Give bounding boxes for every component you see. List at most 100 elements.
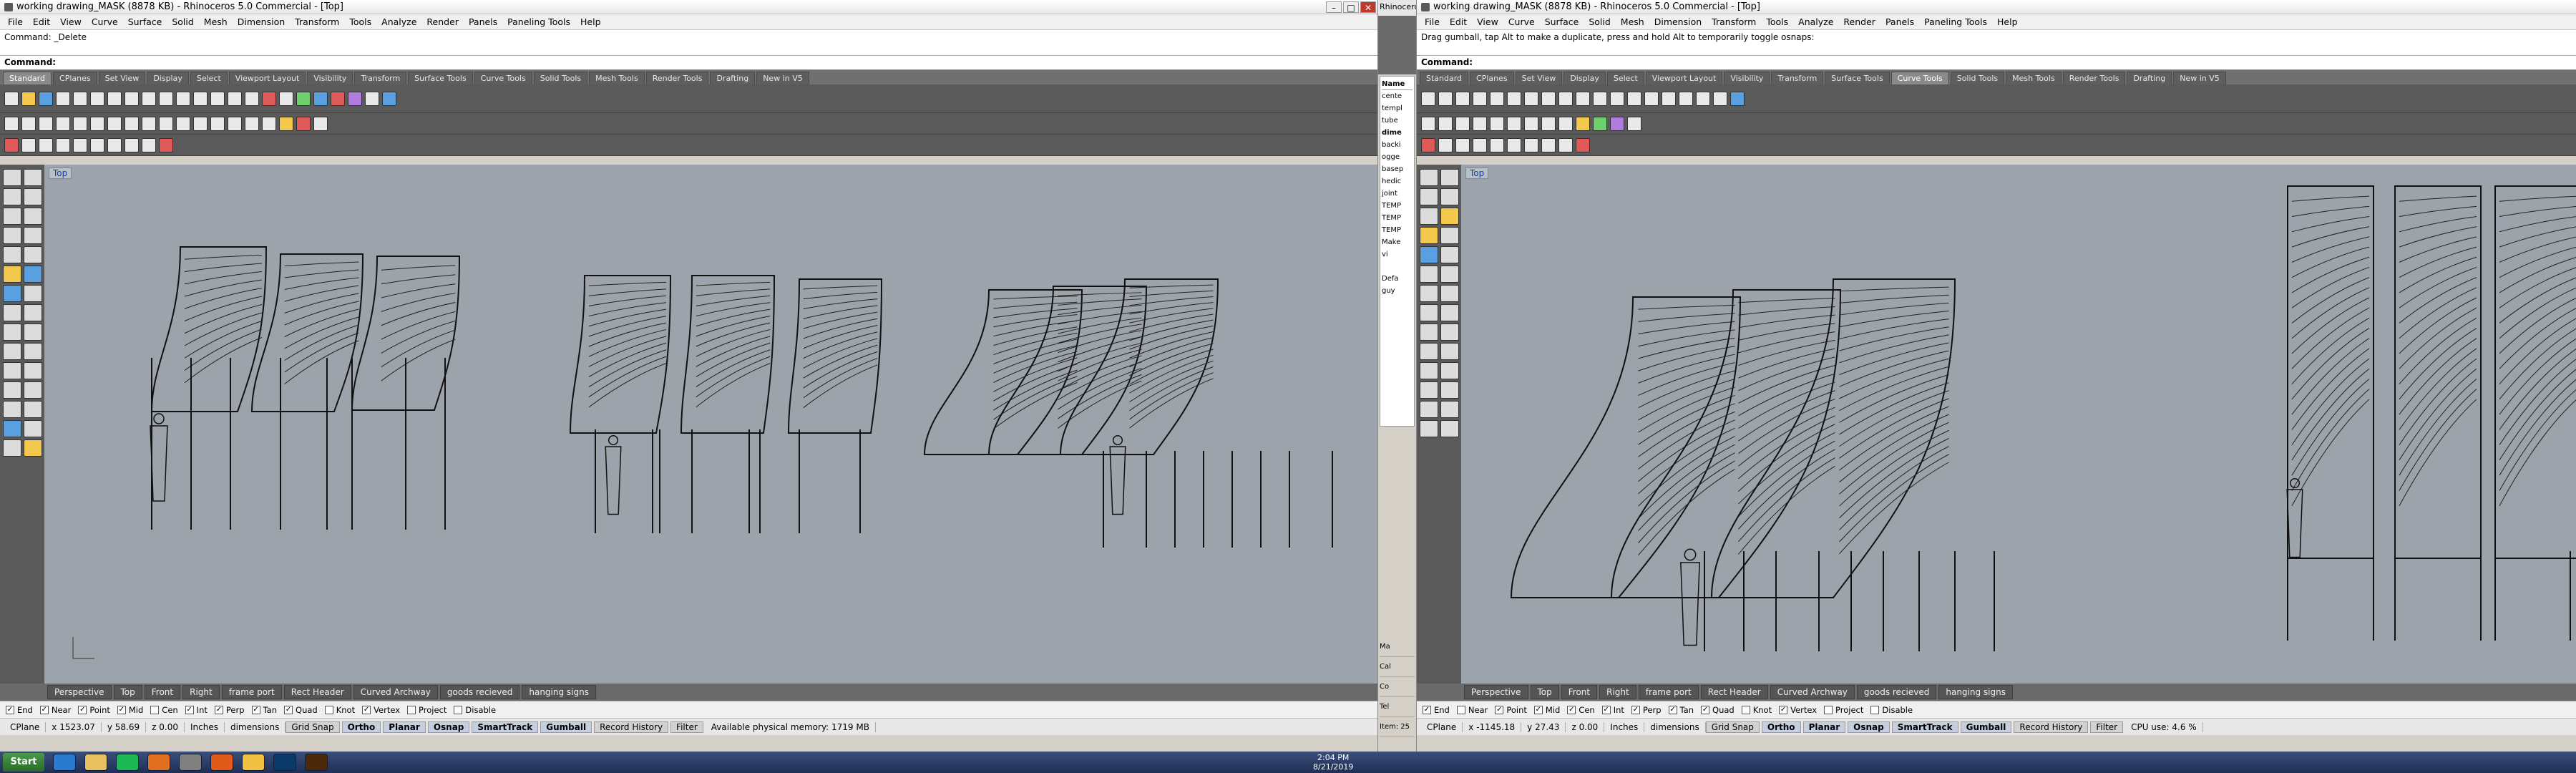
- minimize-icon[interactable]: –: [1326, 1, 1342, 13]
- list-item[interactable]: tube: [1382, 115, 1413, 127]
- save-icon[interactable]: [39, 91, 53, 106]
- solid-tool-icon[interactable]: [24, 266, 42, 283]
- top-viewport[interactable]: Top: [44, 165, 1377, 684]
- block-tool-icon[interactable]: [1420, 420, 1438, 437]
- menu-solid[interactable]: Solid: [167, 16, 198, 27]
- snap-quad-icon[interactable]: [1558, 137, 1573, 152]
- snap-mid-icon[interactable]: [56, 137, 70, 152]
- mirror-tool-icon[interactable]: [1420, 362, 1438, 379]
- pane-smarttrack[interactable]: SmartTrack: [1891, 721, 1958, 733]
- text-tool-icon[interactable]: [24, 420, 42, 437]
- analyze-tool-icon[interactable]: [1440, 420, 1459, 437]
- menu-paneling-tools[interactable]: Paneling Tools: [1919, 16, 1992, 27]
- render-icon[interactable]: [331, 91, 345, 106]
- tab-viewport-layout[interactable]: Viewport Layout: [1645, 72, 1723, 84]
- list-item[interactable]: backi: [1382, 139, 1413, 151]
- copy-tool-icon[interactable]: [24, 362, 42, 379]
- pane-grid-snap[interactable]: Grid Snap: [286, 721, 340, 733]
- split-tool-icon[interactable]: [1440, 285, 1459, 302]
- list-item[interactable]: hedic: [1382, 175, 1413, 188]
- section-icon[interactable]: [1679, 91, 1693, 106]
- taskbar-clock[interactable]: 2:04 PM 8/21/2019: [1313, 753, 1353, 772]
- new-file-icon[interactable]: [4, 91, 19, 106]
- pane-osnap[interactable]: Osnap: [427, 721, 470, 733]
- menu-view[interactable]: View: [1472, 16, 1503, 27]
- osnap-cen[interactable]: ✓ Cen: [1567, 705, 1595, 715]
- vtab-right[interactable]: Right: [182, 685, 220, 699]
- menu-surface[interactable]: Surface: [1540, 16, 1584, 27]
- copy-icon[interactable]: [90, 91, 104, 106]
- open-file-icon[interactable]: [21, 91, 36, 106]
- chamfer-curves-icon[interactable]: [1455, 91, 1470, 106]
- osnap-tan[interactable]: ✓ Tan: [1668, 705, 1694, 715]
- duplicate-edge-icon[interactable]: [1644, 91, 1659, 106]
- curve-tool-icon[interactable]: [1420, 208, 1438, 225]
- tab-standard[interactable]: Standard: [1420, 72, 1469, 84]
- tab-select[interactable]: Select: [1606, 72, 1644, 84]
- list-item[interactable]: vi: [1382, 248, 1413, 261]
- menu-file[interactable]: File: [3, 16, 28, 27]
- zoom-window-icon[interactable]: [193, 91, 208, 106]
- layer-icon[interactable]: [296, 91, 311, 106]
- outlook-icon[interactable]: [147, 754, 170, 771]
- line-tool-icon[interactable]: [3, 188, 21, 205]
- tab-new-in-v5[interactable]: New in V5: [756, 72, 809, 84]
- osnap-perp[interactable]: ✓ Perp: [1631, 705, 1662, 715]
- material-icon[interactable]: [1610, 116, 1624, 131]
- viewport-layout-icon[interactable]: [228, 91, 242, 106]
- loft-tool-icon[interactable]: [1420, 227, 1438, 244]
- connect-curves-icon[interactable]: [1507, 91, 1521, 106]
- tab-mesh-tools[interactable]: Mesh Tools: [2006, 72, 2062, 84]
- menu-transform[interactable]: Transform: [290, 16, 344, 27]
- silhouette-icon[interactable]: [1713, 91, 1727, 106]
- shaded-icon[interactable]: [262, 91, 276, 106]
- snap-cen-icon[interactable]: [73, 137, 87, 152]
- menu-curve[interactable]: Curve: [1503, 16, 1540, 27]
- snap-quad-icon[interactable]: [142, 137, 156, 152]
- osnap-end[interactable]: ✓ End: [6, 705, 33, 715]
- vtab-rect-header[interactable]: Rect Header: [283, 685, 351, 699]
- polyline-tool-icon[interactable]: [24, 188, 42, 205]
- folder-icon[interactable]: [242, 754, 265, 771]
- vtab-rect-header[interactable]: Rect Header: [1700, 685, 1768, 699]
- vtab-frame-port[interactable]: frame port: [221, 685, 282, 699]
- osnap-point[interactable]: ✓ Point: [1495, 705, 1527, 715]
- tab-cplanes[interactable]: CPlanes: [1470, 72, 1514, 84]
- tab-set-view[interactable]: Set View: [1515, 72, 1563, 84]
- tab-set-view[interactable]: Set View: [98, 72, 146, 84]
- menu-edit[interactable]: Edit: [1445, 16, 1472, 27]
- start-button[interactable]: Start: [3, 753, 44, 772]
- osnap-perp[interactable]: ✓ Perp: [214, 705, 245, 715]
- snap-tan-icon[interactable]: [1541, 137, 1556, 152]
- tab-render-tools[interactable]: Render Tools: [645, 72, 709, 84]
- fair-curve-icon[interactable]: [1541, 91, 1556, 106]
- tab-mesh-tools[interactable]: Mesh Tools: [589, 72, 645, 84]
- lights-icon[interactable]: [365, 91, 379, 106]
- tab-select[interactable]: Select: [190, 72, 228, 84]
- tab-curve-tools[interactable]: Curve Tools: [1890, 72, 1949, 84]
- menu-render[interactable]: Render: [421, 16, 464, 27]
- menu-help[interactable]: Help: [575, 16, 606, 27]
- menu-dimension[interactable]: Dimension: [1649, 16, 1707, 27]
- snap-near-icon[interactable]: [21, 137, 36, 152]
- tab-standard[interactable]: Standard: [3, 72, 52, 84]
- osnap-knot[interactable]: Knot: [324, 705, 355, 715]
- pane-grid-snap[interactable]: Grid Snap: [1705, 721, 1760, 733]
- dimension-tool-icon[interactable]: [3, 420, 21, 437]
- chamfer-icon[interactable]: [176, 116, 190, 131]
- polyline-tool-icon[interactable]: [1440, 188, 1459, 205]
- simplify-icon[interactable]: [1576, 91, 1590, 106]
- group-tool-icon[interactable]: [1440, 401, 1459, 418]
- circle-icon[interactable]: [1490, 116, 1504, 131]
- menu-tools[interactable]: Tools: [344, 16, 376, 27]
- join-tool-icon[interactable]: [1420, 304, 1438, 321]
- title-bar[interactable]: working drawing_MASK (8878 KB) - Rhinoce…: [0, 0, 1377, 14]
- ellipse-icon[interactable]: [1524, 116, 1538, 131]
- polygon-icon[interactable]: [142, 116, 156, 131]
- pane-gumball[interactable]: Gumball: [1960, 721, 2012, 733]
- menu-transform[interactable]: Transform: [1707, 16, 1761, 27]
- menu-edit[interactable]: Edit: [28, 16, 55, 27]
- snap-perp-icon[interactable]: [107, 137, 122, 152]
- blend-curves-icon[interactable]: [1438, 91, 1453, 106]
- join-icon[interactable]: [245, 116, 259, 131]
